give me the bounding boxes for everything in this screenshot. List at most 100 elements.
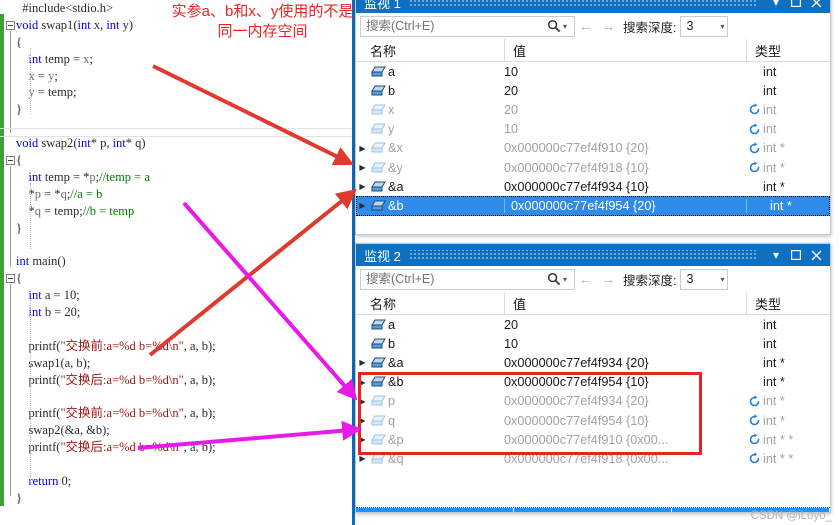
refresh-icon[interactable] <box>746 337 763 350</box>
expander-triangle-icon[interactable]: ▶ <box>356 320 369 329</box>
back-arrow-icon[interactable]: ← <box>575 271 597 288</box>
table-row[interactable]: ▶ &p 0x000000c77ef4f910 {0x00... int * * <box>356 430 830 449</box>
table-row[interactable]: ▶ q 0x000000c77ef4f954 {10} int * <box>356 411 830 430</box>
refresh-icon[interactable] <box>746 123 763 136</box>
watch2-depth-label: 搜索深度: <box>623 273 677 288</box>
back-arrow-icon[interactable]: ← <box>575 18 597 35</box>
table-row[interactable]: ▶ &b 0x000000c77ef4f954 {20} int * <box>356 196 830 216</box>
search-icon[interactable] <box>545 19 563 33</box>
refresh-icon[interactable] <box>746 433 763 446</box>
table-row[interactable]: ▶ a 10 int <box>356 62 830 81</box>
watch2-title-bar[interactable]: 监视 2 ▾ <box>356 244 830 266</box>
expander-triangle-icon[interactable]: ▶ <box>356 378 369 387</box>
chevron-down-icon[interactable]: ▾ <box>720 275 724 284</box>
watch1-col-type[interactable]: 类型 <box>746 39 830 61</box>
code-line: return 0; <box>0 473 352 490</box>
maximize-icon[interactable] <box>786 245 806 265</box>
watch2-col-type[interactable]: 类型 <box>746 292 830 314</box>
watch1-toolbar[interactable]: ▾ ← → 搜索深度: 3 ▾ <box>356 13 830 39</box>
variable-box-icon <box>369 200 388 212</box>
watch2-col-value[interactable]: 值 <box>504 292 746 314</box>
fold-toggle-swap1[interactable] <box>6 21 15 30</box>
table-row[interactable]: ▶ &q 0x000000c77ef4f918 {0x00... int * * <box>356 449 830 468</box>
watch-window-1[interactable]: 监视 1 ▾ ▾ ← → 搜索深度: 3 ▾ 名称 值 类型 ▶ a 10 int ▶ b… <box>355 0 831 235</box>
expander-triangle-icon[interactable]: ▶ <box>356 163 369 172</box>
refresh-icon[interactable] <box>746 452 763 465</box>
forward-arrow-icon[interactable]: → <box>597 271 619 288</box>
search-input[interactable] <box>361 16 545 36</box>
code-token: } <box>16 102 22 117</box>
expander-triangle-icon[interactable]: ▶ <box>356 67 369 76</box>
watch1-rows[interactable]: ▶ a 10 int ▶ b 20 int ▶ x 20 int ▶ y 10 int ▶ &x 0x000000c… <box>356 62 830 216</box>
refresh-icon[interactable] <box>746 180 763 193</box>
refresh-icon[interactable] <box>746 318 763 331</box>
refresh-icon[interactable] <box>746 395 763 408</box>
refresh-icon[interactable] <box>746 142 763 155</box>
expander-triangle-icon[interactable]: ▶ <box>356 182 369 191</box>
refresh-icon[interactable] <box>746 103 763 116</box>
watch2-toolbar[interactable]: ▾ ← → 搜索深度: 3 ▾ <box>356 266 830 292</box>
table-row[interactable]: ▶ &a 0x000000c77ef4f934 {10} int * <box>356 177 830 196</box>
expander-triangle-icon[interactable]: ▶ <box>356 339 369 348</box>
table-row[interactable]: ▶ &b 0x000000c77ef4f954 {10} int * <box>356 373 830 392</box>
maximize-icon[interactable] <box>786 0 806 12</box>
expander-triangle-icon[interactable]: ▶ <box>356 416 369 425</box>
table-row[interactable]: ▶ x 20 int <box>356 100 830 119</box>
expander-triangle-icon[interactable]: ▶ <box>356 201 369 210</box>
watch2-col-name[interactable]: 名称 <box>356 292 504 314</box>
watch-window-2[interactable]: 监视 2 ▾ ▾ ← → 搜索深度: 3 ▾ 名称 值 类型 ▶ a 20 int ▶ b… <box>355 243 831 513</box>
refresh-icon[interactable] <box>746 356 763 369</box>
expander-triangle-icon[interactable]: ▶ <box>356 105 369 114</box>
chevron-down-icon[interactable]: ▾ <box>766 245 786 265</box>
watch1-search-box[interactable]: ▾ <box>360 15 575 37</box>
table-row[interactable]: ▶ &y 0x000000c77ef4f918 {10} int * <box>356 158 830 177</box>
watch1-drag-grip[interactable] <box>408 0 758 7</box>
close-icon[interactable] <box>806 0 826 12</box>
expander-triangle-icon[interactable]: ▶ <box>356 454 369 463</box>
expander-triangle-icon[interactable]: ▶ <box>356 435 369 444</box>
watch-row-value: 0x000000c77ef4f910 {20} <box>504 141 649 156</box>
watch1-title-bar[interactable]: 监视 1 ▾ <box>356 0 830 13</box>
watch2-depth-select[interactable]: 3 ▾ <box>680 268 729 290</box>
refresh-icon[interactable] <box>746 161 763 174</box>
expander-triangle-icon[interactable]: ▶ <box>356 397 369 406</box>
watch1-col-name[interactable]: 名称 <box>356 39 504 61</box>
table-row[interactable]: ▶ y 10 int <box>356 120 830 139</box>
table-row[interactable]: ▶ a 20 int <box>356 315 830 334</box>
expander-triangle-icon[interactable]: ▶ <box>356 125 369 134</box>
code-text[interactable]: #include<stdio.h> void swap1(int x, int y… <box>0 0 352 507</box>
expander-triangle-icon[interactable]: ▶ <box>356 358 369 367</box>
watch1-depth-select[interactable]: 3 ▾ <box>680 15 729 37</box>
watch2-drag-grip[interactable] <box>408 250 758 260</box>
chevron-down-icon[interactable]: ▾ <box>766 0 786 12</box>
table-row[interactable]: ▶ b 10 int <box>356 334 830 353</box>
watch2-search-box[interactable]: ▾ <box>360 268 575 290</box>
refresh-icon[interactable] <box>746 376 763 389</box>
forward-arrow-icon[interactable]: → <box>597 18 619 35</box>
fold-toggle-main[interactable] <box>6 274 15 283</box>
watch1-column-headers: 名称 值 类型 <box>356 39 830 62</box>
watch2-rows[interactable]: ▶ a 20 int ▶ b 10 int ▶ &a 0x000000c77ef4f934 {20}… <box>356 315 830 469</box>
refresh-icon[interactable] <box>746 414 763 427</box>
expander-triangle-icon[interactable]: ▶ <box>356 144 369 153</box>
expander-triangle-icon[interactable]: ▶ <box>356 86 369 95</box>
watch1-col-value[interactable]: 值 <box>504 39 746 61</box>
search-input[interactable] <box>361 269 545 289</box>
table-row[interactable]: ▶ p 0x000000c77ef4f934 {20} int * <box>356 392 830 411</box>
search-options-chevron-down-icon[interactable]: ▾ <box>563 275 574 284</box>
code-line: printf("交换后:a=%d b=%d\n", a, b); <box>0 439 352 456</box>
table-row[interactable]: ▶ &a 0x000000c77ef4f934 {20} int * <box>356 353 830 372</box>
table-row[interactable]: ▶ &x 0x000000c77ef4f910 {20} int * <box>356 139 830 158</box>
close-icon[interactable] <box>806 245 826 265</box>
refresh-icon[interactable] <box>746 65 763 78</box>
search-icon[interactable] <box>545 272 563 286</box>
search-options-chevron-down-icon[interactable]: ▾ <box>563 22 574 31</box>
table-row[interactable]: ▶ b 20 int <box>356 81 830 100</box>
refresh-icon[interactable] <box>746 84 763 97</box>
code-editor[interactable]: #include<stdio.h> void swap1(int x, int y… <box>0 0 352 525</box>
fold-toggle-swap2[interactable] <box>6 156 15 165</box>
code-token: , a, b); <box>183 440 216 455</box>
chevron-down-icon[interactable]: ▾ <box>720 22 724 31</box>
refresh-icon[interactable] <box>753 199 770 212</box>
